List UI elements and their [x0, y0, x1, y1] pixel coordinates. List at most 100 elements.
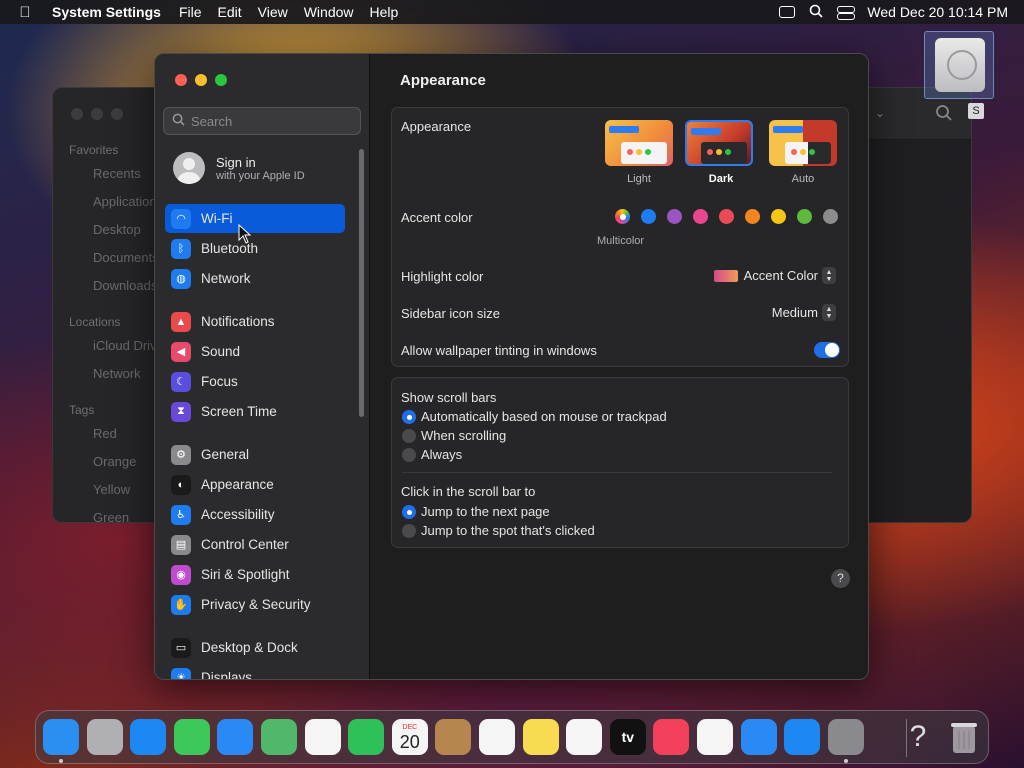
- accent-color-yellow[interactable]: [771, 209, 786, 224]
- facetime-icon[interactable]: [348, 719, 385, 755]
- hard-drive-label[interactable]: S: [968, 103, 984, 119]
- radio-scroll-always[interactable]: [402, 448, 416, 462]
- launchpad-icon[interactable]: [86, 719, 123, 755]
- trash-icon[interactable]: [946, 719, 982, 755]
- chevron-down-icon[interactable]: ⌄: [875, 106, 885, 120]
- sidebar-item-sound[interactable]: ◀ Sound: [165, 337, 345, 366]
- menu-help[interactable]: Help: [362, 4, 407, 20]
- calendar-icon[interactable]: DEC 20: [391, 719, 428, 755]
- accent-color-graphite[interactable]: [823, 209, 838, 224]
- stage-manager-icon[interactable]: [779, 6, 796, 18]
- scrollbars-card: Show scroll bars Automatically based on …: [391, 377, 849, 548]
- sidebar-item-network[interactable]: ◍ Network: [165, 264, 345, 293]
- finder-traffic-lights[interactable]: [71, 108, 123, 120]
- accent-color-multicolor[interactable]: [615, 209, 630, 224]
- system-settings-icon[interactable]: [827, 719, 864, 755]
- keynote-icon[interactable]: [740, 719, 777, 755]
- accent-color-blue[interactable]: [641, 209, 656, 224]
- zoom-button[interactable]: [215, 74, 227, 86]
- help-button[interactable]: ?: [831, 569, 850, 588]
- finder-tag-orange[interactable]: Orange: [93, 454, 136, 469]
- app-menu[interactable]: System Settings: [50, 4, 171, 20]
- sidebar-item-control-center[interactable]: ▤ Control Center: [165, 530, 345, 559]
- highlight-color-popup[interactable]: Accent Color ▲ ▼: [713, 267, 836, 284]
- accent-color-red[interactable]: [719, 209, 734, 224]
- search-input[interactable]: [191, 113, 351, 129]
- appearance-light-thumbnail[interactable]: [605, 120, 673, 166]
- radio-scroll-automatic[interactable]: [402, 410, 416, 424]
- sidebar-item-displays[interactable]: ☀ Displays: [165, 663, 345, 680]
- radio-jump-spot-clicked[interactable]: [402, 524, 416, 538]
- sidebar-item-bluetooth[interactable]: ᛒ Bluetooth: [165, 234, 345, 263]
- sidebar-item-desktop-dock[interactable]: ▭ Desktop & Dock: [165, 633, 345, 662]
- radio-jump-next-page[interactable]: [402, 505, 416, 519]
- news-icon[interactable]: [697, 719, 733, 755]
- finder-item-network[interactable]: Network: [93, 366, 141, 381]
- contacts-icon[interactable]: [435, 719, 472, 755]
- globe-icon: ◍: [171, 268, 191, 289]
- accent-color-pink[interactable]: [693, 209, 708, 224]
- safari-icon[interactable]: [130, 719, 167, 755]
- sidebar-item-siri-spotlight[interactable]: ◉ Siri & Spotlight: [165, 560, 345, 589]
- freeform-icon[interactable]: [566, 719, 603, 755]
- wallpaper-tinting-switch[interactable]: [814, 342, 840, 358]
- menu-view[interactable]: View: [250, 4, 296, 20]
- sidebar-item-wi-fi[interactable]: ◠ Wi-Fi: [165, 204, 345, 233]
- sidebar-item-notifications[interactable]: ▲ Notifications: [165, 307, 345, 336]
- control-center-icon[interactable]: [837, 6, 856, 20]
- notes-icon[interactable]: [522, 719, 559, 755]
- sidebar-item-focus[interactable]: ☾ Focus: [165, 367, 345, 396]
- popup-stepper-icon: ▲ ▼: [822, 267, 836, 284]
- icon-size-popup[interactable]: Medium ▲ ▼: [772, 304, 836, 321]
- sidebar-item-screen-time[interactable]: ⧗ Screen Time: [165, 397, 345, 426]
- radio-label-always: Always: [421, 447, 463, 462]
- sidebar-item-label: Screen Time: [201, 404, 277, 419]
- menu-window[interactable]: Window: [296, 4, 362, 20]
- sidebar-item-label: Accessibility: [201, 507, 275, 522]
- sidebar-item-label: Displays: [201, 670, 253, 680]
- accent-color-purple[interactable]: [667, 209, 682, 224]
- finder-item-recents[interactable]: Recents: [93, 166, 141, 181]
- sidebar-item-appearance[interactable]: ◐ Appearance: [165, 470, 345, 499]
- finder-tag-red[interactable]: Red: [93, 426, 117, 441]
- finder-icon[interactable]: [43, 719, 79, 755]
- help-viewer-icon[interactable]: ?: [900, 719, 936, 755]
- search-field[interactable]: [163, 107, 361, 135]
- spotlight-icon[interactable]: [809, 4, 823, 21]
- sidebar-item-general[interactable]: ⚙ General: [165, 440, 345, 469]
- finder-tag-green[interactable]: Green: [93, 510, 129, 522]
- sidebar-scrollbar[interactable]: [359, 149, 364, 417]
- reminders-icon[interactable]: [479, 719, 515, 755]
- sidebar-item-accessibility[interactable]: ♿ Accessibility: [165, 500, 345, 529]
- minimize-button[interactable]: [195, 74, 207, 86]
- sidebar-item-privacy-security[interactable]: ✋ Privacy & Security: [165, 590, 345, 619]
- menu-edit[interactable]: Edit: [210, 4, 250, 20]
- appearance-auto-thumbnail[interactable]: [769, 120, 837, 166]
- maps-icon[interactable]: [261, 719, 297, 755]
- appearance-dark-thumbnail[interactable]: [685, 120, 753, 166]
- accent-color-orange[interactable]: [745, 209, 760, 224]
- finder-item-desktop[interactable]: Desktop: [93, 222, 141, 237]
- finder-item-applications[interactable]: Applications: [93, 194, 163, 209]
- sidebar-item-label: Network: [201, 271, 251, 286]
- apple-menu-icon[interactable]: : [0, 4, 50, 21]
- search-icon: [172, 113, 185, 129]
- tv-icon[interactable]: tv: [609, 719, 646, 755]
- finder-item-downloads[interactable]: Downloads: [93, 278, 157, 293]
- clock[interactable]: Wed Dec 20 10:14 PM: [867, 4, 1008, 20]
- finder-tag-yellow[interactable]: Yellow: [93, 482, 130, 497]
- finder-search-icon[interactable]: [935, 104, 953, 122]
- apple-id-signin[interactable]: Sign in with your Apple ID: [173, 152, 305, 184]
- menu-file[interactable]: File: [171, 4, 210, 20]
- radio-scroll-when-scrolling[interactable]: [402, 429, 416, 443]
- finder-item-documents[interactable]: Documents: [93, 250, 159, 265]
- app-store-icon[interactable]: [784, 719, 821, 755]
- hard-drive-icon[interactable]: [924, 31, 994, 99]
- tv-label: tv: [621, 729, 635, 745]
- photos-icon[interactable]: [304, 719, 341, 755]
- music-icon[interactable]: [653, 719, 690, 755]
- accent-color-green[interactable]: [797, 209, 812, 224]
- messages-icon[interactable]: [173, 719, 210, 755]
- mail-icon[interactable]: [217, 719, 254, 755]
- close-button[interactable]: [175, 74, 187, 86]
